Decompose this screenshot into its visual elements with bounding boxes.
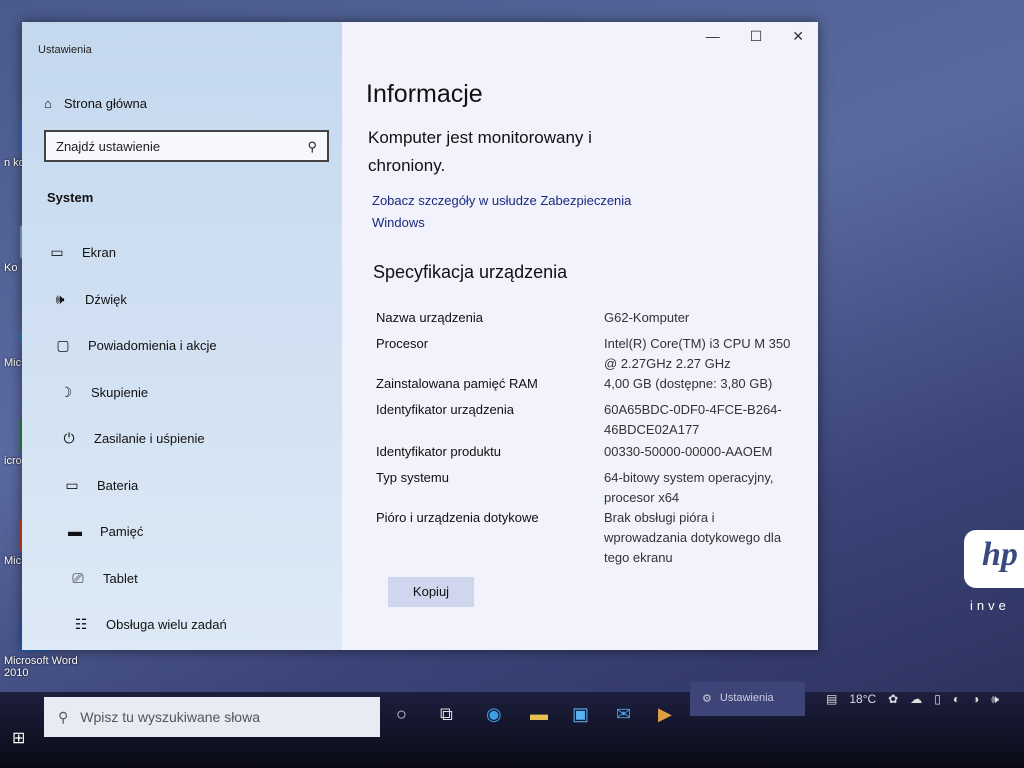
tray-icon[interactable]: ◐	[953, 692, 960, 706]
edge-icon[interactable]: ◉	[486, 704, 502, 725]
spec-label: Pióro i urządzenia dotykowe	[376, 510, 539, 525]
sidebar-item[interactable]: ▭ Bateria	[63, 477, 138, 494]
taskbar: ⊞ ⚲ Wpisz tu wyszukiwane słowa ○ ⧉ ◉ ▬ ▣ …	[0, 682, 1024, 768]
search-icon: ⚲	[58, 709, 69, 725]
spec-row: Nazwa urządzenia G62-Komputer	[376, 308, 796, 328]
sidebar-item[interactable]: ▢ Powiadomienia i akcje	[54, 337, 216, 354]
store-icon[interactable]: ▣	[572, 704, 589, 725]
spec-label: Identyfikator produktu	[376, 444, 502, 459]
home-link[interactable]: ⌂ Strona główna	[44, 96, 147, 111]
spec-value: Intel(R) Core(TM) i3 CPU M 350 @ 2.27GHz…	[604, 336, 791, 371]
spec-row: Identyfikator urządzenia 60A65BDC-0DF0-4F…	[376, 400, 796, 437]
taskbar-search-input[interactable]: ⚲ Wpisz tu wyszukiwane słowa	[44, 697, 380, 737]
hp-logo: hp	[964, 530, 1024, 588]
settings-search-input[interactable]: Znajdź ustawienie ⚲	[44, 130, 329, 162]
sidebar-item[interactable]: ☽ Skupienie	[57, 384, 148, 401]
battery-icon: ▭	[65, 476, 79, 493]
spec-heading: Specyfikacja urządzenia	[373, 262, 568, 282]
gear-icon: ⚙	[702, 693, 712, 705]
task-view-icon[interactable]: ⧉	[440, 704, 453, 725]
main-content: — ☐ ✕ Informacje Komputer jest monitorowan…	[342, 22, 818, 650]
protection-status: Komputer jest monitorowany i chroniony.	[368, 128, 592, 175]
battery-icon[interactable]: ▯	[934, 692, 941, 706]
sidebar-item[interactable]: ⏻ Zasilanie i uśpienie	[60, 430, 204, 447]
spec-row: Typ systemu 64-bitowy system operacyjny, …	[376, 468, 796, 505]
multitasking-icon: ☷	[74, 616, 88, 632]
volume-icon[interactable]: 🕪	[991, 692, 999, 707]
sidebar: Ustawienia ⌂ Strona główna Znajdź ustawie…	[22, 22, 342, 650]
security-link[interactable]: Zobacz szczegóły w usłudze Zabezpieczeni…	[372, 190, 662, 234]
search-icon: ⚲	[307, 139, 317, 154]
tray-icon[interactable]: ✿	[888, 692, 898, 706]
settings-window: Ustawienia ⌂ Strona główna Znajdź ustawie…	[22, 22, 818, 650]
spec-value: G62-Komputer	[604, 310, 690, 325]
copy-button[interactable]: Kopiuj	[388, 577, 474, 607]
spec-label: Zainstalowana pamięć RAM	[376, 376, 538, 391]
tablet-icon: ⎚	[72, 569, 84, 586]
app-title: Ustawienia	[38, 44, 92, 56]
moon-icon: ☽	[59, 383, 73, 400]
spec-row: Zainstalowana pamięć RAM 4,00 GB (dostępn…	[376, 374, 796, 394]
spec-label: Procesor	[376, 336, 429, 351]
notification-icon: ▢	[56, 337, 70, 353]
sidebar-item[interactable]: ☷ Obsługa wielu zadań	[72, 616, 227, 633]
maximize-button[interactable]: ☐	[750, 28, 763, 45]
power-icon: ⏻	[63, 430, 75, 446]
brand-subtitle: inve	[970, 598, 1010, 613]
spec-row: Procesor Intel(R) Core(TM) i3 CPU M 350 @…	[376, 334, 796, 371]
sidebar-item[interactable]: 🕪 Dźwięk	[51, 291, 127, 308]
tray-icon[interactable]: ◑	[972, 692, 979, 706]
sidebar-item[interactable]: ▬ Pamięć	[66, 523, 143, 539]
spec-value: 00330-50000-00000-AAOEM	[604, 444, 773, 459]
minimize-button[interactable]: —	[706, 28, 720, 45]
sidebar-item[interactable]: ▭ Ekran	[48, 244, 116, 261]
news-icon[interactable]: ▤	[826, 692, 837, 706]
spec-value: 4,00 GB (dostępne: 3,80 GB)	[604, 376, 773, 391]
spec-value: Brak obsługi pióra i wprowadzania dotyko…	[604, 510, 782, 565]
close-button[interactable]: ✕	[792, 28, 804, 45]
spec-row: Identyfikator produktu 00330-50000-00000-…	[376, 442, 796, 462]
spec-label: Typ systemu	[376, 470, 449, 485]
page-title: Informacje	[366, 80, 483, 108]
monitor-icon: ▭	[50, 244, 64, 260]
mail-icon[interactable]: ✉	[616, 704, 631, 725]
storage-icon: ▬	[68, 523, 82, 539]
file-explorer-icon[interactable]: ▬	[530, 704, 548, 725]
spec-value: 64-bitowy system operacyjny, procesor x6…	[604, 470, 774, 505]
cortana-icon[interactable]: ○	[396, 704, 407, 725]
spec-row: Pióro i urządzenia dotykowe Brak obsługi …	[376, 508, 796, 565]
taskbar-app-settings[interactable]: ⚙ Ustawienia	[690, 682, 805, 716]
spec-value: 60A65BDC-0DF0-4FCE-B264-46BDCE02A177	[604, 402, 782, 437]
section-heading: System	[47, 190, 94, 205]
system-tray: ▤ 18°C ✿ ☁ ▯ ◐ ◑ 🕪	[826, 682, 999, 716]
network-icon[interactable]: ☁	[910, 692, 922, 706]
spec-label: Nazwa urządzenia	[376, 310, 483, 325]
windows-start-icon[interactable]: ⊞	[12, 728, 25, 748]
home-icon: ⌂	[44, 96, 52, 111]
media-icon[interactable]: ▶	[658, 704, 672, 725]
sidebar-item[interactable]: ⎚ Tablet	[69, 569, 137, 587]
spec-label: Identyfikator urządzenia	[376, 402, 515, 417]
speaker-icon: 🕪	[55, 290, 65, 307]
weather-text[interactable]: 18°C	[849, 692, 876, 706]
